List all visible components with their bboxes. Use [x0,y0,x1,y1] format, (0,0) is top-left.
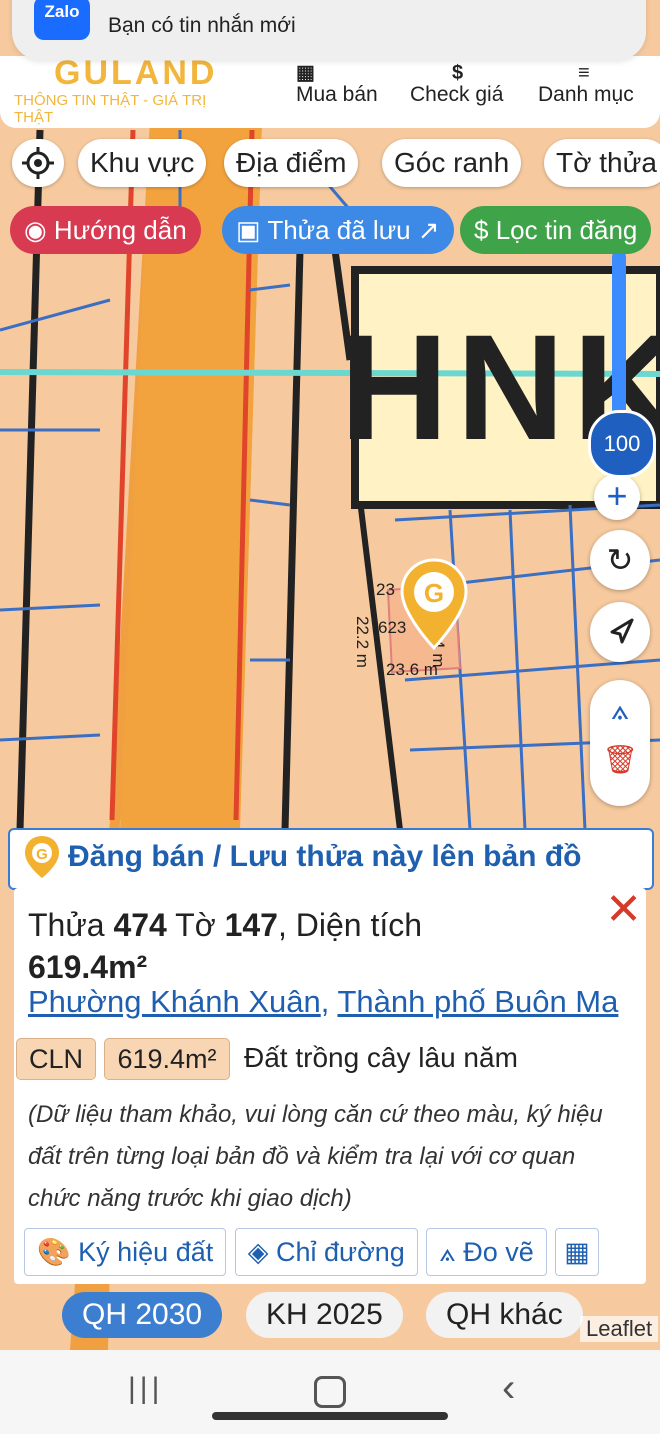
filter-dia-diem[interactable]: Địa điểm [224,139,359,187]
notification-banner[interactable]: Zalo Bạn có tin nhắn mới [12,0,646,60]
dollar-icon: $ [452,62,464,84]
menu-icon: ≡ [578,62,590,84]
recent-apps-icon[interactable]: ||| [128,1372,163,1406]
nav-mua-ban[interactable]: ▦ Mua bán [296,60,378,108]
land-type-label: Đất trồng cây lâu năm [243,1042,518,1073]
gesture-bar [212,1412,448,1420]
plot-label: Thửa [28,907,105,943]
refresh-icon: ↻ [606,542,634,578]
area-badge: 619.4m² [104,1038,230,1080]
sheet-label: Tờ [175,907,216,943]
address-separator: , [320,984,330,1019]
draw-tools-panel: ⟑ 🗑 [590,680,650,806]
measure-top: 23 [376,580,395,599]
parcel-info-card: ✕ Thửa 474 Tờ 147, Diện tích 619.4m² Phư… [14,888,646,1284]
record-icon: ◉ [24,215,47,245]
trash-icon[interactable]: 🗑 [590,740,650,780]
disclaimer-note: (Dữ liệu tham khảo, vui lòng căn cứ theo… [28,1101,603,1212]
land-symbols-button[interactable]: 🎨 Ký hiệu đất [24,1228,227,1276]
svg-text:G: G [424,578,444,608]
filter-khu-vuc[interactable]: Khu vực [78,139,207,187]
filter-label: Lọc tin đăng [495,215,638,245]
home-icon[interactable] [314,1376,346,1408]
table-icon: ▦ [564,1237,590,1267]
parcel-title: Thửa 474 Tờ 147, Diện tích 619.4m² [28,904,618,988]
nav-label: Mua bán [296,83,378,106]
sheet-number: 147 [224,907,278,943]
directions-button[interactable]: ◈ Chỉ đường [234,1228,418,1276]
guland-logo[interactable]: GULAND [54,56,217,93]
navigation-arrow-icon [610,618,634,644]
svg-text:G: G [36,846,48,863]
ward-link[interactable]: Phường Khánh Xuân [28,984,321,1019]
location-pin-icon[interactable]: G [400,558,468,655]
filter-goc-ranh[interactable]: Góc ranh [382,139,522,187]
plus-icon: + [606,475,628,516]
app-header: GULAND THÔNG TIN THẬT - GIÁ TRỊ THẬT ▦ M… [0,56,660,128]
land-tags: CLN 619.4m² Đất trồng cây lâu năm [16,1038,518,1080]
notification-message: Bạn có tin nhắn mới [108,14,296,37]
layer-kh-2025[interactable]: KH 2025 [246,1292,403,1338]
measure-icon: ⟑ [439,1237,456,1267]
post-banner-label: Đăng bán / Lưu thửa này lên bản đồ [68,840,582,873]
saved-label: Thửa đã lưu ↗ [267,215,440,245]
measure-draw-label: Đo vẽ [463,1237,534,1267]
measure-left: 22.2 m [353,616,372,668]
guland-pin-icon: G [25,836,59,878]
layer-qh-khac[interactable]: QH khác [426,1292,583,1338]
listing-icon: ▦ [296,62,315,84]
table-button[interactable]: ▦ [555,1228,599,1276]
zalo-app-icon: Zalo [34,0,90,40]
land-code-badge: CLN [16,1038,97,1080]
zoom-slider-track[interactable] [612,250,626,420]
land-symbols-label: Ký hiệu đất [78,1237,214,1267]
parcel-address: Phường Khánh Xuân, Thành phố Buôn Ma [28,984,618,1020]
zoom-level-indicator[interactable]: 100 [588,410,656,478]
zoom-in-button[interactable]: + [594,474,640,520]
saved-plots-button[interactable]: ▣ Thửa đã lưu ↗ [222,206,454,254]
filter-to-thua[interactable]: Tờ thửa [544,139,660,187]
crosshair-icon [22,147,54,179]
nav-label: Check giá [410,83,504,106]
bookmark-icon: ▣ [236,215,261,245]
navigate-button[interactable] [590,602,650,662]
dollar-icon: $ [474,215,489,245]
directions-icon: ◈ [247,1237,269,1267]
nav-danh-muc[interactable]: ≡ Danh mục [538,60,634,108]
guide-button[interactable]: ◉ Hướng dẫn [10,206,201,254]
nav-label: Danh mục [538,83,634,106]
card-actions: 🎨 Ký hiệu đất ◈ Chỉ đường ⟑ Đo vẽ ▦ [24,1228,603,1276]
logo-tagline: THÔNG TIN THẬT - GIÁ TRỊ THẬT [14,92,207,126]
measure-draw-button[interactable]: ⟑ Đo vẽ [426,1228,547,1276]
nav-check-gia[interactable]: $ Check giá [410,60,503,108]
refresh-button[interactable]: ↻ [590,530,650,590]
measure-tool-icon[interactable]: ⟑ [590,680,650,740]
layer-qh-2030[interactable]: QH 2030 [62,1292,223,1338]
filter-listings-button[interactable]: $ Lọc tin đăng [460,206,652,254]
city-link[interactable]: Thành phố Buôn Ma [337,984,618,1019]
leaflet-attribution[interactable]: Leaflet [580,1316,659,1342]
palette-icon: 🎨 [37,1237,71,1267]
area-label: , Diện tích [277,907,423,943]
measure-bottom: 23.6 m [386,660,438,679]
plot-number: 474 [113,907,167,943]
parcel-area: 619.4m² [28,949,148,985]
system-nav-bar: ||| ‹ [0,1350,660,1434]
back-icon[interactable]: ‹ [502,1366,515,1411]
guide-label: Hướng dẫn [53,215,187,245]
directions-label: Chỉ đường [275,1237,405,1267]
post-listing-banner[interactable]: G Đăng bán / Lưu thửa này lên bản đồ [8,828,654,890]
locate-button[interactable] [12,139,64,187]
